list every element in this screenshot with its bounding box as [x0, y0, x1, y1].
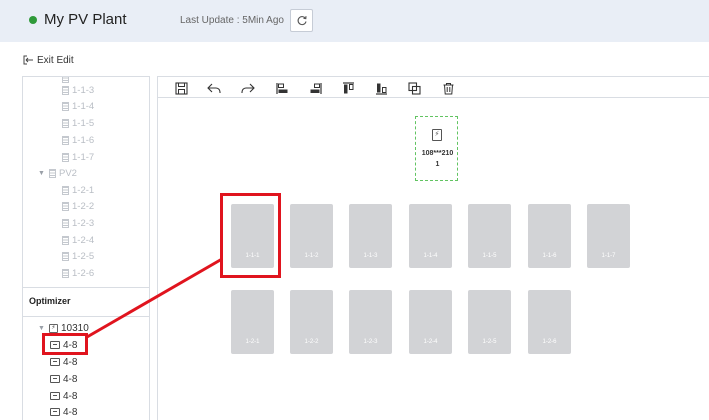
pv-layout-editor: My PV Plant Last Update : 5Min Ago Exit … — [0, 0, 709, 420]
annotation-connector-line — [86, 257, 223, 339]
